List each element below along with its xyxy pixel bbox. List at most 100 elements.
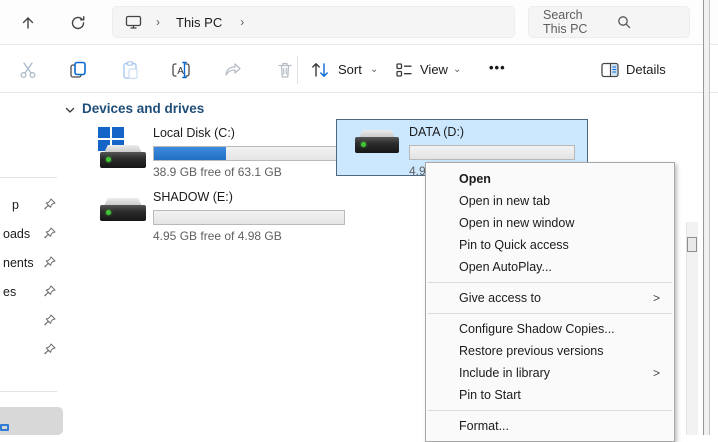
menu-item-restore-previous-versions[interactable]: Restore previous versions: [426, 340, 674, 362]
menu-item-label: Include in library: [459, 366, 550, 380]
paste-button[interactable]: [118, 58, 142, 82]
paste-icon: [120, 60, 140, 80]
drive-name: DATA (D:): [409, 125, 464, 139]
menu-item-pin-to-start[interactable]: Pin to Start: [426, 384, 674, 406]
breadcrumb-this-pc[interactable]: This PC: [176, 15, 222, 30]
view-button[interactable]: [392, 58, 416, 82]
hard-drive-icon: [100, 198, 146, 221]
submenu-arrow-icon: >: [653, 366, 660, 380]
toolbar-separator: [297, 56, 298, 84]
sidebar-item-label: p: [12, 198, 19, 212]
menu-item-label: Open in new tab: [459, 194, 550, 208]
address-bar[interactable]: › This PC ›: [112, 6, 515, 38]
capacity-bar: [153, 146, 345, 161]
pin-icon: [44, 198, 56, 210]
cut-icon: [18, 60, 38, 80]
group-header-devices-and-drives[interactable]: Devices and drives: [82, 101, 204, 116]
share-icon: [223, 60, 243, 80]
share-button[interactable]: [221, 58, 245, 82]
drive-tile-local-disk-c[interactable]: Local Disk (C:) 38.9 GB free of 63.1 GB: [76, 120, 328, 177]
rename-button[interactable]: A: [170, 58, 194, 82]
group-collapse-chevron-icon[interactable]: [64, 104, 76, 116]
sort-button[interactable]: [308, 58, 332, 82]
sort-label[interactable]: Sort: [338, 62, 362, 77]
refresh-icon: [70, 15, 86, 31]
more-button[interactable]: •••: [489, 60, 506, 75]
drive-name: SHADOW (E:): [153, 190, 233, 204]
sidebar-item-downloads[interactable]: oads: [0, 221, 64, 247]
menu-item-label: Pin to Quick access: [459, 238, 569, 252]
vertical-scrollbar-thumb[interactable]: [687, 237, 697, 252]
menu-separator: [428, 282, 672, 283]
pin-icon: [44, 285, 56, 297]
copy-button[interactable]: [66, 58, 90, 82]
navigation-pane: p oads nents es: [0, 94, 64, 435]
rename-icon: A: [171, 60, 193, 80]
sidebar-item-label: nents: [3, 256, 34, 270]
menu-item-format[interactable]: Format...: [426, 415, 674, 437]
menu-item-label: Open in new window: [459, 216, 574, 230]
view-label[interactable]: View: [420, 62, 448, 77]
this-pc-icon: [125, 14, 142, 30]
drive-name: Local Disk (C:): [153, 126, 235, 140]
command-toolbar: A Sort ⌄ View ⌄ •••: [0, 46, 718, 93]
search-placeholder: Search This PC: [543, 8, 603, 36]
capacity-bar: [409, 145, 575, 160]
sidebar-item-label: es: [3, 285, 16, 299]
navigation-bar: › This PC › Search This PC: [0, 0, 718, 45]
sort-chevron-icon: ⌄: [370, 64, 378, 75]
menu-item-label: Open AutoPlay...: [459, 260, 552, 274]
pin-icon: [44, 227, 56, 239]
sidebar-item-music[interactable]: [0, 308, 64, 334]
search-input[interactable]: Search This PC: [528, 6, 690, 38]
menu-separator: [428, 313, 672, 314]
cut-button[interactable]: [16, 58, 40, 82]
view-chevron-icon: ⌄: [453, 64, 461, 75]
refresh-button[interactable]: [65, 10, 91, 36]
sidebar-item-videos[interactable]: [0, 337, 64, 363]
drive-size-text: 38.9 GB free of 63.1 GB: [153, 165, 282, 179]
submenu-arrow-icon: >: [653, 291, 660, 305]
menu-item-open-in-new-window[interactable]: Open in new window: [426, 212, 674, 234]
drive-tile-shadow-e[interactable]: SHADOW (E:) 4.95 GB free of 4.98 GB: [76, 184, 328, 241]
copy-icon: [68, 60, 88, 80]
menu-item-label: Give access to: [459, 291, 541, 305]
menu-item-include-in-library[interactable]: Include in library >: [426, 362, 674, 384]
sidebar-item-pictures[interactable]: es: [0, 279, 64, 305]
up-button[interactable]: [15, 10, 41, 36]
menu-item-open[interactable]: Open: [426, 168, 674, 190]
breadcrumb-chevron-icon[interactable]: ›: [240, 15, 244, 29]
hard-drive-icon: [100, 145, 146, 168]
menu-item-label: Format...: [459, 419, 509, 433]
menu-separator: [428, 410, 672, 411]
sidebar-item-this-pc-selected[interactable]: [0, 407, 63, 435]
menu-item-label: Open: [459, 172, 491, 186]
menu-item-open-autoplay[interactable]: Open AutoPlay...: [426, 256, 674, 278]
pin-icon: [44, 343, 56, 355]
delete-icon: [275, 60, 295, 80]
menu-item-label: Pin to Start: [459, 388, 521, 402]
sidebar-item-label: oads: [3, 227, 30, 241]
menu-item-pin-to-quick-access[interactable]: Pin to Quick access: [426, 234, 674, 256]
details-pane-button[interactable]: [598, 58, 622, 82]
vertical-scrollbar-track[interactable]: [686, 222, 698, 435]
this-pc-icon: [0, 424, 9, 431]
sidebar-item-documents[interactable]: nents: [0, 250, 64, 276]
details-label[interactable]: Details: [626, 62, 666, 77]
delete-button[interactable]: [273, 58, 297, 82]
menu-item-open-in-new-tab[interactable]: Open in new tab: [426, 190, 674, 212]
menu-item-label: Restore previous versions: [459, 344, 604, 358]
pin-icon: [44, 256, 56, 268]
up-arrow-icon: [20, 15, 36, 31]
menu-item-configure-shadow-copies[interactable]: Configure Shadow Copies...: [426, 318, 674, 340]
search-icon[interactable]: [617, 15, 677, 29]
window-border-line: [703, 0, 704, 435]
menu-item-label: Configure Shadow Copies...: [459, 322, 615, 336]
window-border-line: [709, 0, 710, 435]
sidebar-separator: [0, 391, 57, 392]
menu-item-give-access-to[interactable]: Give access to >: [426, 287, 674, 309]
view-icon: [394, 60, 414, 80]
sidebar-item-desktop[interactable]: p: [0, 192, 64, 218]
details-pane-icon: [600, 61, 620, 79]
drive-size-text: 4.95 GB free of 4.98 GB: [153, 229, 282, 243]
